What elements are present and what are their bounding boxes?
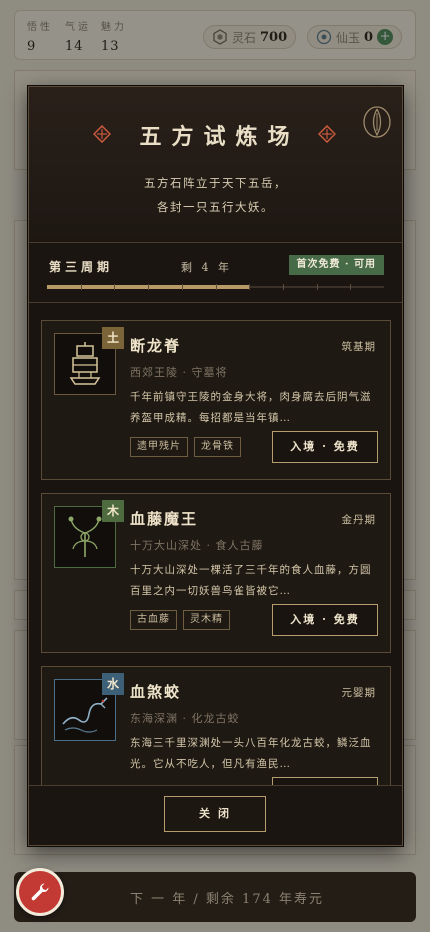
- cycle-label: 第三周期: [49, 260, 114, 274]
- seal-emblem-icon: [363, 106, 391, 138]
- progress-tick: [114, 284, 116, 290]
- modal-title: 五方试炼场: [139, 124, 300, 150]
- boss-location: 十万大山深处 · 食人古藤: [130, 539, 264, 552]
- element-badge: 木: [102, 500, 124, 522]
- cycle-progress: [47, 284, 384, 290]
- modal-footer: 关闭: [29, 785, 402, 845]
- boss-location: 西郊王陵 · 守墓将: [130, 366, 228, 379]
- progress-tick: [249, 284, 251, 290]
- enter-free-button[interactable]: 入境 · 免费: [272, 604, 378, 636]
- boss-name: 血藤魔王: [130, 510, 199, 528]
- progress-tick: [80, 284, 82, 290]
- free-badge: 首次免费 · 可用: [288, 255, 384, 275]
- progress-tick: [148, 284, 150, 290]
- progress-tick: [215, 284, 217, 290]
- progress-tick: [316, 284, 318, 290]
- cycle-bar: 第三周期 剩 4 年 首次免费 · 可用: [29, 243, 402, 303]
- element-badge: 土: [102, 327, 124, 349]
- boss-card: 水 血煞蛟 元婴期 东海深渊 · 化龙古蛟 东海三千里深渊处一头八百年化龙古蛟，…: [41, 666, 391, 788]
- enter-free-button[interactable]: 入境 · 免费: [272, 431, 378, 463]
- diamond-ornament-icon: [318, 125, 336, 143]
- cycle-remaining-years: 剩 4 年: [181, 261, 232, 274]
- progress-tick: [181, 284, 183, 290]
- drop-tag: 灵木精: [183, 610, 230, 630]
- boss-location: 东海深渊 · 化龙古蛟: [130, 712, 240, 725]
- boss-name: 血煞蛟: [130, 683, 182, 701]
- wrench-icon: [31, 883, 49, 901]
- drop-tag: 古血藤: [130, 610, 177, 630]
- subtitle-line: 五方石阵立于天下五岳，: [144, 176, 287, 190]
- subtitle-line: 各封一只五行大妖。: [157, 200, 274, 214]
- drop-tags: 遗甲残片 龙骨铁: [130, 437, 241, 457]
- progress-tick: [350, 284, 352, 290]
- close-button[interactable]: 关闭: [164, 796, 266, 832]
- boss-description: 十万大山深处一棵活了三千年的食人血藤，方圆百里之内一切妖兽鸟雀皆被它…: [130, 564, 372, 597]
- drop-tags: 古血藤 灵木精: [130, 610, 230, 630]
- boss-description: 东海三千里深渊处一头八百年化龙古蛟，鳞泛血光。它从不吃人，但凡有渔民…: [130, 737, 372, 770]
- next-year-label: 下 一 年 / 剩余 174 年寿元: [130, 892, 324, 907]
- boss-description: 千年前镇守王陵的金身大将，肉身腐去后阴气滋养盔甲成精。每招都是当年镇…: [130, 391, 372, 424]
- next-year-button[interactable]: 下 一 年 / 剩余 174 年寿元: [14, 872, 416, 922]
- drop-tag: 龙骨铁: [194, 437, 241, 457]
- boss-card: 木 血藤魔王 金丹期 十万大山深处 · 食人古藤 十万大山深处一棵活了三千年的食…: [41, 493, 391, 653]
- element-badge: 水: [102, 673, 124, 695]
- modal-subtitle: 五方石阵立于天下五岳， 各封一只五行大妖。: [29, 171, 402, 219]
- boss-list[interactable]: 土 断龙脊 筑基期 西郊王陵 · 守墓将 千年前镇守王陵的金身大将，肉身腐去后阴…: [29, 304, 402, 788]
- drop-tag: 遗甲残片: [130, 437, 188, 457]
- boss-realm: 筑基期: [341, 341, 376, 353]
- boss-name: 断龙脊: [130, 337, 182, 355]
- tools-fab[interactable]: [16, 868, 64, 916]
- boss-realm: 金丹期: [341, 514, 376, 526]
- boss-realm: 元婴期: [341, 687, 376, 699]
- progress-tick: [282, 284, 284, 290]
- boss-card: 土 断龙脊 筑基期 西郊王陵 · 守墓将 千年前镇守王陵的金身大将，肉身腐去后阴…: [41, 320, 391, 480]
- modal-header: 五方试炼场 五方石阵立于天下五岳， 各封一只五行大妖。: [29, 87, 402, 243]
- trial-ground-modal: 五方试炼场 五方石阵立于天下五岳， 各封一只五行大妖。 第三周期 剩 4 年 首…: [28, 86, 403, 846]
